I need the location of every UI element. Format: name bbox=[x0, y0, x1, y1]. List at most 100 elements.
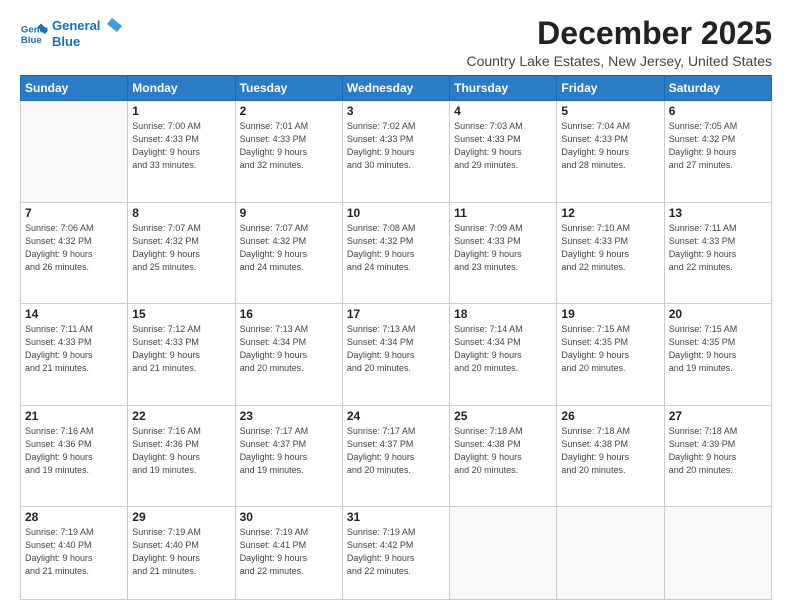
day-number: 12 bbox=[561, 206, 659, 220]
table-row: 7 Sunrise: 7:06 AM Sunset: 4:32 PM Daylig… bbox=[21, 202, 128, 303]
table-row: 23 Sunrise: 7:17 AM Sunset: 4:37 PM Dayli… bbox=[235, 405, 342, 506]
day-info: Sunrise: 7:00 AM Sunset: 4:33 PM Dayligh… bbox=[132, 120, 230, 172]
month-title: December 2025 bbox=[466, 16, 772, 51]
col-monday: Monday bbox=[128, 76, 235, 101]
table-row: 28 Sunrise: 7:19 AM Sunset: 4:40 PM Dayli… bbox=[21, 506, 128, 599]
day-info: Sunrise: 7:19 AM Sunset: 4:41 PM Dayligh… bbox=[240, 526, 338, 578]
table-row: 12 Sunrise: 7:10 AM Sunset: 4:33 PM Dayli… bbox=[557, 202, 664, 303]
day-number: 13 bbox=[669, 206, 767, 220]
table-row: 18Sunrise: 7:14 AM Sunset: 4:34 PM Dayli… bbox=[450, 304, 557, 405]
col-tuesday: Tuesday bbox=[235, 76, 342, 101]
calendar: Sunday Monday Tuesday Wednesday Thursday… bbox=[20, 75, 772, 600]
day-number: 25 bbox=[454, 409, 552, 423]
day-number: 26 bbox=[561, 409, 659, 423]
day-info: Sunrise: 7:10 AM Sunset: 4:33 PM Dayligh… bbox=[561, 222, 659, 274]
table-row: 15 Sunrise: 7:12 AM Sunset: 4:33 PM Dayli… bbox=[128, 304, 235, 405]
day-info: Sunrise: 7:15 AM Sunset: 4:35 PM Dayligh… bbox=[561, 323, 659, 375]
table-row: 29 Sunrise: 7:19 AM Sunset: 4:40 PM Dayli… bbox=[128, 506, 235, 599]
day-number: 21 bbox=[25, 409, 123, 423]
day-number: 10 bbox=[347, 206, 445, 220]
title-section: December 2025 Country Lake Estates, New … bbox=[466, 16, 772, 69]
day-info: Sunrise: 7:18 AM Sunset: 4:39 PM Dayligh… bbox=[669, 425, 767, 477]
svg-text:Blue: Blue bbox=[21, 35, 42, 46]
table-row: 14Sunrise: 7:11 AM Sunset: 4:33 PM Dayli… bbox=[21, 304, 128, 405]
day-info: Sunrise: 7:11 AM Sunset: 4:33 PM Dayligh… bbox=[25, 323, 123, 375]
day-info: Sunrise: 7:17 AM Sunset: 4:37 PM Dayligh… bbox=[347, 425, 445, 477]
day-info: Sunrise: 7:16 AM Sunset: 4:36 PM Dayligh… bbox=[25, 425, 123, 477]
day-number: 2 bbox=[240, 104, 338, 118]
table-row bbox=[557, 506, 664, 599]
day-info: Sunrise: 7:11 AM Sunset: 4:33 PM Dayligh… bbox=[669, 222, 767, 274]
table-row: 20 Sunrise: 7:15 AM Sunset: 4:35 PM Dayli… bbox=[664, 304, 771, 405]
table-row: 25 Sunrise: 7:18 AM Sunset: 4:38 PM Dayli… bbox=[450, 405, 557, 506]
day-info: Sunrise: 7:01 AM Sunset: 4:33 PM Dayligh… bbox=[240, 120, 338, 172]
col-wednesday: Wednesday bbox=[342, 76, 449, 101]
table-row: 30 Sunrise: 7:19 AM Sunset: 4:41 PM Dayli… bbox=[235, 506, 342, 599]
day-info: Sunrise: 7:13 AM Sunset: 4:34 PM Dayligh… bbox=[347, 323, 445, 375]
table-row: 26 Sunrise: 7:18 AM Sunset: 4:38 PM Dayli… bbox=[557, 405, 664, 506]
day-info: Sunrise: 7:13 AM Sunset: 4:34 PM Dayligh… bbox=[240, 323, 338, 375]
day-number: 22 bbox=[132, 409, 230, 423]
day-info: Sunrise: 7:18 AM Sunset: 4:38 PM Dayligh… bbox=[454, 425, 552, 477]
table-row: 22Sunrise: 7:16 AM Sunset: 4:36 PM Dayli… bbox=[128, 405, 235, 506]
col-thursday: Thursday bbox=[450, 76, 557, 101]
table-row: 17 Sunrise: 7:13 AM Sunset: 4:34 PM Dayli… bbox=[342, 304, 449, 405]
page: General Blue General Blue December 2025 … bbox=[0, 0, 792, 612]
col-friday: Friday bbox=[557, 76, 664, 101]
day-number: 20 bbox=[669, 307, 767, 321]
table-row: 9 Sunrise: 7:07 AM Sunset: 4:32 PM Daylig… bbox=[235, 202, 342, 303]
day-number: 30 bbox=[240, 510, 338, 524]
col-saturday: Saturday bbox=[664, 76, 771, 101]
logo: General Blue General Blue bbox=[20, 16, 122, 52]
day-info: Sunrise: 7:05 AM Sunset: 4:32 PM Dayligh… bbox=[669, 120, 767, 172]
table-row bbox=[21, 101, 128, 202]
table-row: 2 Sunrise: 7:01 AM Sunset: 4:33 PM Daylig… bbox=[235, 101, 342, 202]
day-info: Sunrise: 7:12 AM Sunset: 4:33 PM Dayligh… bbox=[132, 323, 230, 375]
day-number: 15 bbox=[132, 307, 230, 321]
table-row: 5 Sunrise: 7:04 AM Sunset: 4:33 PM Daylig… bbox=[557, 101, 664, 202]
table-row: 21 Sunrise: 7:16 AM Sunset: 4:36 PM Dayli… bbox=[21, 405, 128, 506]
table-row bbox=[450, 506, 557, 599]
logo-svg: General Blue bbox=[52, 16, 122, 52]
day-info: Sunrise: 7:09 AM Sunset: 4:33 PM Dayligh… bbox=[454, 222, 552, 274]
day-info: Sunrise: 7:18 AM Sunset: 4:38 PM Dayligh… bbox=[561, 425, 659, 477]
day-info: Sunrise: 7:03 AM Sunset: 4:33 PM Dayligh… bbox=[454, 120, 552, 172]
day-number: 23 bbox=[240, 409, 338, 423]
day-number: 17 bbox=[347, 307, 445, 321]
day-number: 18 bbox=[454, 307, 552, 321]
table-row: 3Sunrise: 7:02 AM Sunset: 4:33 PM Daylig… bbox=[342, 101, 449, 202]
day-number: 9 bbox=[240, 206, 338, 220]
day-number: 4 bbox=[454, 104, 552, 118]
day-info: Sunrise: 7:04 AM Sunset: 4:33 PM Dayligh… bbox=[561, 120, 659, 172]
header: General Blue General Blue December 2025 … bbox=[20, 16, 772, 69]
day-info: Sunrise: 7:08 AM Sunset: 4:32 PM Dayligh… bbox=[347, 222, 445, 274]
day-info: Sunrise: 7:19 AM Sunset: 4:40 PM Dayligh… bbox=[25, 526, 123, 578]
day-info: Sunrise: 7:07 AM Sunset: 4:32 PM Dayligh… bbox=[132, 222, 230, 274]
day-info: Sunrise: 7:17 AM Sunset: 4:37 PM Dayligh… bbox=[240, 425, 338, 477]
table-row: 19Sunrise: 7:15 AM Sunset: 4:35 PM Dayli… bbox=[557, 304, 664, 405]
table-row: 1 Sunrise: 7:00 AM Sunset: 4:33 PM Daylig… bbox=[128, 101, 235, 202]
table-row bbox=[664, 506, 771, 599]
header-row: Sunday Monday Tuesday Wednesday Thursday… bbox=[21, 76, 772, 101]
table-row: 11 Sunrise: 7:09 AM Sunset: 4:33 PM Dayli… bbox=[450, 202, 557, 303]
day-info: Sunrise: 7:19 AM Sunset: 4:42 PM Dayligh… bbox=[347, 526, 445, 578]
table-row: 6 Sunrise: 7:05 AM Sunset: 4:32 PM Daylig… bbox=[664, 101, 771, 202]
day-number: 5 bbox=[561, 104, 659, 118]
day-number: 7 bbox=[25, 206, 123, 220]
table-row: 24 Sunrise: 7:17 AM Sunset: 4:37 PM Dayli… bbox=[342, 405, 449, 506]
day-info: Sunrise: 7:15 AM Sunset: 4:35 PM Dayligh… bbox=[669, 323, 767, 375]
table-row: 31Sunrise: 7:19 AM Sunset: 4:42 PM Dayli… bbox=[342, 506, 449, 599]
day-number: 29 bbox=[132, 510, 230, 524]
day-number: 24 bbox=[347, 409, 445, 423]
day-number: 8 bbox=[132, 206, 230, 220]
day-number: 1 bbox=[132, 104, 230, 118]
day-number: 6 bbox=[669, 104, 767, 118]
svg-text:General: General bbox=[52, 18, 100, 33]
day-number: 28 bbox=[25, 510, 123, 524]
table-row: 10 Sunrise: 7:08 AM Sunset: 4:32 PM Dayli… bbox=[342, 202, 449, 303]
logo-icon: General Blue bbox=[20, 20, 48, 48]
day-number: 11 bbox=[454, 206, 552, 220]
day-info: Sunrise: 7:06 AM Sunset: 4:32 PM Dayligh… bbox=[25, 222, 123, 274]
day-info: Sunrise: 7:07 AM Sunset: 4:32 PM Dayligh… bbox=[240, 222, 338, 274]
day-info: Sunrise: 7:19 AM Sunset: 4:40 PM Dayligh… bbox=[132, 526, 230, 578]
